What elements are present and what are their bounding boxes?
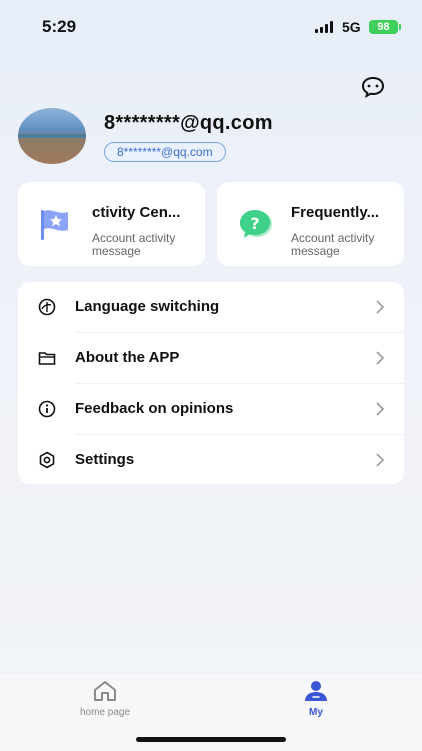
activity-center-card[interactable]: ctivity Cen... Account activity message [18, 182, 205, 266]
status-bar: 5:29 5G 98 [0, 0, 422, 56]
folder-icon [38, 352, 56, 365]
language-icon [38, 298, 56, 316]
menu-label: Language switching [75, 298, 220, 315]
question-bubble-icon: ? [240, 210, 272, 238]
chevron-right-icon [376, 351, 384, 365]
home-indicator [136, 737, 286, 742]
activity-center-title: ctivity Cen... [92, 204, 181, 221]
menu-item-language[interactable]: Language switching [18, 282, 404, 332]
profile-name: 8********@qq.com [104, 112, 273, 134]
hexagon-settings-icon [39, 451, 55, 469]
faq-card[interactable]: ? Frequently... Account activity message [217, 182, 404, 266]
menu-label: About the APP [75, 349, 180, 366]
chevron-right-icon [376, 453, 384, 467]
menu-item-settings[interactable]: Settings [18, 435, 404, 485]
signal-icon [315, 21, 333, 33]
menu-label: Feedback on opinions [75, 400, 234, 417]
battery-level: 98 [377, 21, 390, 33]
avatar[interactable] [18, 108, 86, 164]
user-icon [305, 681, 327, 701]
home-icon [94, 681, 116, 701]
info-icon [38, 400, 56, 418]
settings-menu: Language switching About the APP Feedbac… [18, 282, 404, 484]
network-type: 5G [342, 19, 361, 35]
faq-subtitle: Account activity message [291, 231, 375, 258]
menu-item-feedback[interactable]: Feedback on opinions [18, 384, 404, 434]
svg-text:?: ? [250, 214, 259, 233]
activity-center-subtitle: Account activity message [92, 231, 176, 258]
battery-icon: 98 [369, 20, 401, 34]
status-time: 5:29 [42, 17, 77, 36]
chevron-right-icon [376, 300, 384, 314]
flag-star-icon [41, 210, 68, 240]
menu-label: Settings [75, 451, 135, 468]
nav-my-label: My [309, 707, 323, 718]
nav-my[interactable]: My [266, 680, 366, 724]
nav-home-label: home page [79, 707, 131, 718]
nav-home[interactable]: home page [55, 680, 155, 724]
chevron-right-icon [376, 402, 384, 416]
faq-title: Frequently... [291, 204, 380, 221]
message-icon[interactable] [361, 76, 385, 98]
email-badge: 8********@qq.com [104, 142, 226, 162]
menu-item-about[interactable]: About the APP [18, 333, 404, 383]
